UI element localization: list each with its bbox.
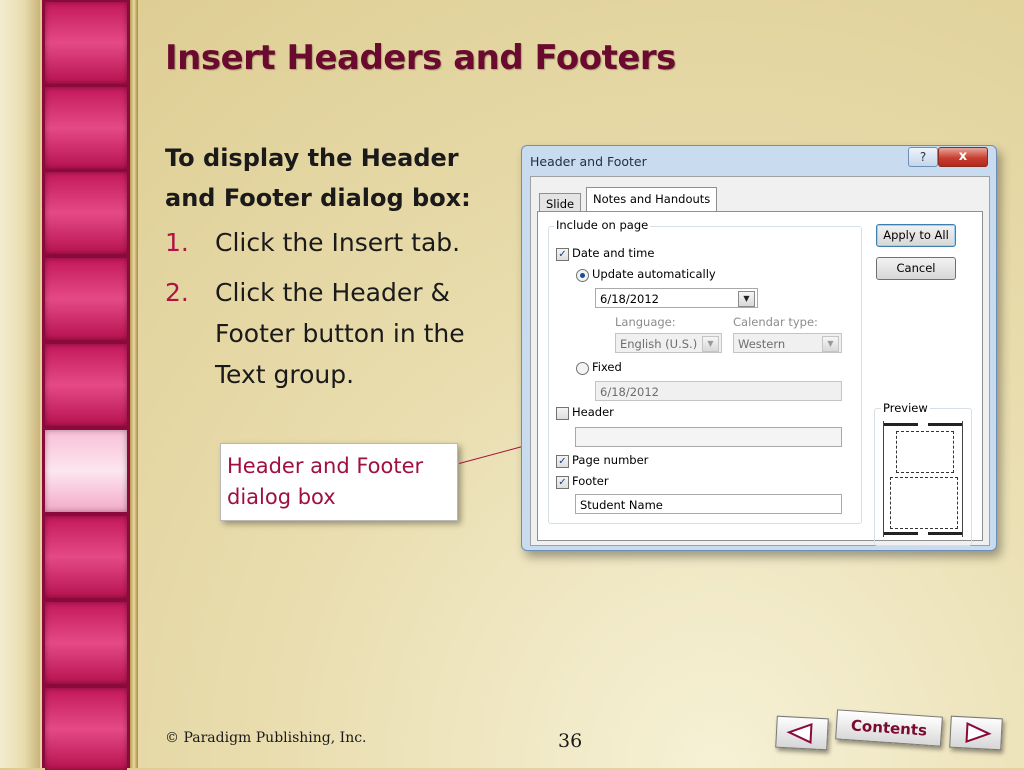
apply-to-all-button[interactable]: Apply to All (876, 224, 956, 247)
decorative-tile (45, 602, 127, 684)
footer-input[interactable]: Student Name (575, 494, 842, 514)
header-label: Header (572, 405, 614, 419)
language-label: Language: (615, 315, 676, 329)
preview-label: Preview (881, 401, 930, 415)
preview-notes-placeholder (890, 477, 958, 529)
step-text: Click the Insert tab. (215, 228, 461, 257)
fixed-date-input[interactable]: 6/18/2012 (595, 381, 842, 401)
calendar-type-label: Calendar type: (733, 315, 818, 329)
decorative-tile (45, 344, 127, 426)
preview-slide-placeholder (896, 431, 954, 473)
footer-checkbox[interactable]: ✓ (556, 476, 569, 489)
fixed-label: Fixed (592, 360, 622, 374)
callout-leader-line (459, 445, 524, 464)
step-number: 1. (165, 228, 189, 257)
preview-page (883, 421, 963, 537)
page-number: 36 (558, 730, 583, 752)
callout-box: Header and Footer dialog box (220, 443, 458, 521)
dialog-title: Header and Footer (530, 154, 647, 169)
gold-rail (130, 0, 138, 768)
calendar-type-dropdown[interactable]: Western ▼ (733, 333, 842, 353)
language-dropdown[interactable]: English (U.S.) ▼ (615, 333, 722, 353)
cancel-button[interactable]: Cancel (876, 257, 956, 280)
copyright-text: © Paradigm Publishing, Inc. (165, 730, 367, 746)
decorative-tile (45, 688, 127, 770)
step-number: 2. (165, 278, 189, 307)
tab-notes-and-handouts[interactable]: Notes and Handouts (586, 187, 718, 212)
step-item: 1. Click the Insert tab. (165, 222, 510, 263)
header-footer-dialog: Header and Footer ? x Slide Notes and Ha… (521, 145, 997, 551)
footer-value: Student Name (580, 498, 663, 512)
contents-button[interactable]: Contents (835, 709, 943, 747)
calendar-type-value: Western (738, 337, 786, 351)
left-arrow-icon (786, 723, 813, 744)
decorative-tile (45, 516, 127, 598)
auto-date-dropdown[interactable]: 6/18/2012 ▼ (595, 288, 758, 308)
date-time-label: Date and time (572, 246, 655, 260)
preview-bar (884, 423, 918, 426)
header-input[interactable] (575, 427, 842, 447)
update-automatically-label: Update automatically (592, 267, 716, 281)
decorative-tile (45, 2, 127, 84)
include-on-page-legend: Include on page (554, 218, 651, 232)
fixed-radio[interactable] (576, 362, 589, 375)
preview-bar (884, 532, 918, 535)
auto-date-value: 6/18/2012 (600, 292, 659, 306)
chevron-down-icon: ▼ (702, 336, 719, 352)
decorative-tile (45, 430, 127, 512)
left-border-strip (0, 0, 40, 768)
previous-slide-button[interactable] (775, 715, 829, 751)
chevron-down-icon: ▼ (738, 291, 755, 307)
dialog-body: Slide Notes and Handouts Include on page… (530, 176, 990, 546)
chevron-down-icon: ▼ (822, 336, 839, 352)
tab-panel: Include on page ✓ Date and time Update a… (537, 211, 983, 546)
preview-bar (928, 423, 962, 426)
steps-list: 1. Click the Insert tab. 2. Click the He… (165, 222, 510, 395)
language-value: English (U.S.) (620, 337, 698, 351)
update-automatically-radio[interactable] (576, 269, 589, 282)
tab-slide[interactable]: Slide (539, 193, 582, 211)
decorative-tile (45, 172, 127, 254)
lead-text: To display the Header and Footer dialog … (165, 144, 471, 212)
page-number-label: Page number (572, 453, 649, 467)
header-checkbox[interactable] (556, 407, 569, 420)
decorative-tile-column (42, 0, 130, 770)
preview-box: Preview (874, 401, 972, 546)
date-time-checkbox[interactable]: ✓ (556, 248, 569, 261)
preview-bar (928, 532, 962, 535)
close-button[interactable]: x (938, 147, 988, 167)
right-arrow-icon (965, 722, 992, 743)
fixed-date-value: 6/18/2012 (600, 385, 659, 399)
decorative-tile (45, 258, 127, 340)
decorative-tile (45, 87, 127, 169)
next-slide-button[interactable] (949, 715, 1003, 751)
footer-label: Footer (572, 474, 609, 488)
step-item: 2. Click the Header & Footer button in t… (165, 272, 510, 395)
step-text: Click the Header & Footer button in the … (215, 278, 465, 389)
help-button[interactable]: ? (908, 147, 938, 167)
callout-text: Header and Footer dialog box (227, 454, 424, 509)
slide-title: Insert Headers and Footers (165, 38, 676, 78)
page-number-checkbox[interactable]: ✓ (556, 455, 569, 468)
